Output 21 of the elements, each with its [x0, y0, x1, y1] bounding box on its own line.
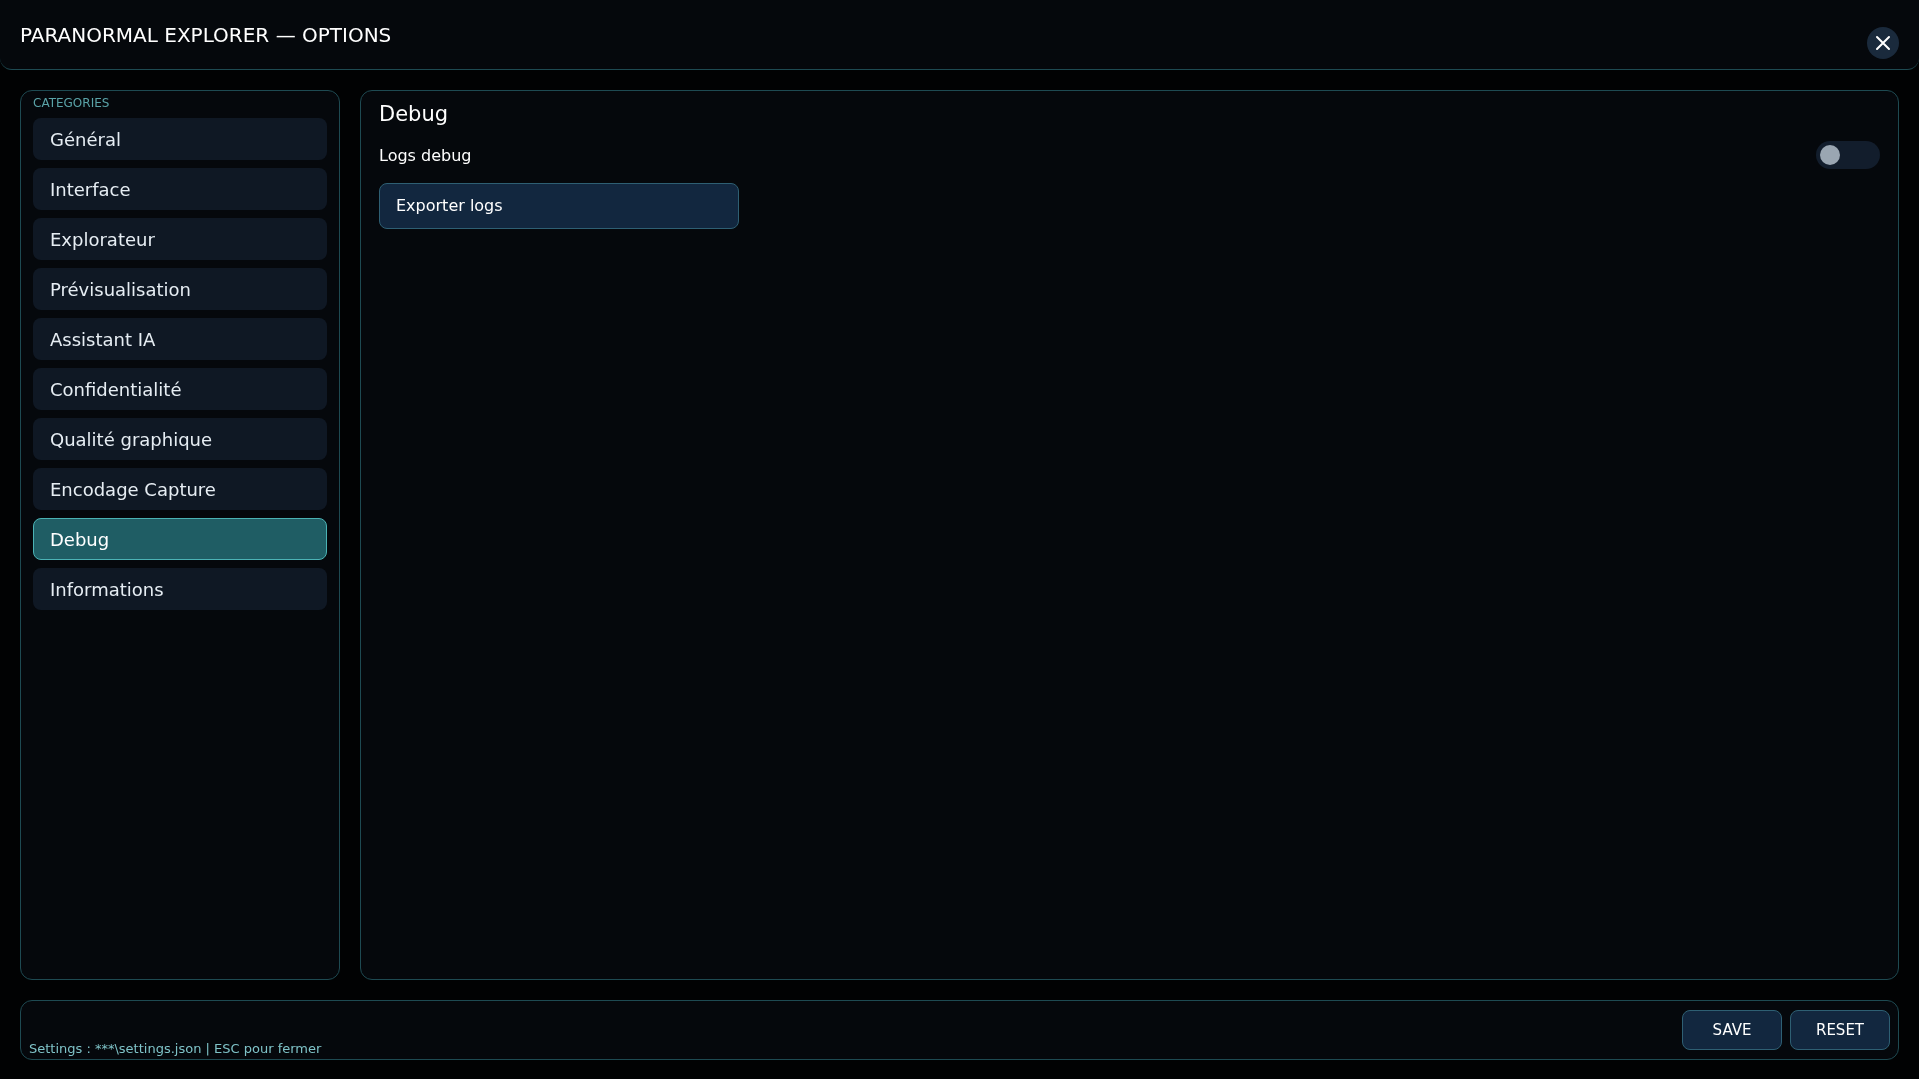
category-item[interactable]: Qualité graphique	[33, 418, 327, 460]
window-title: PARANORMAL EXPLORER — OPTIONS	[20, 21, 392, 49]
category-item[interactable]: Assistant IA	[33, 318, 327, 360]
category-item[interactable]: Interface	[33, 168, 327, 210]
reset-button[interactable]: RESET	[1790, 1010, 1890, 1050]
category-item[interactable]: Informations	[33, 568, 327, 610]
panel-title: Debug	[379, 101, 449, 128]
category-item[interactable]: Prévisualisation	[33, 268, 327, 310]
close-button[interactable]	[1867, 26, 1899, 59]
close-icon	[1875, 34, 1891, 51]
save-button[interactable]: SAVE	[1682, 1010, 1782, 1050]
category-item[interactable]: Général	[33, 118, 327, 160]
category-item[interactable]: Confidentialité	[33, 368, 327, 410]
category-item[interactable]: Encodage Capture	[33, 468, 327, 510]
export-logs-button[interactable]: Exporter logs	[379, 182, 739, 229]
setting-label: Logs debug	[379, 144, 472, 167]
toggle-switch[interactable]	[1816, 140, 1880, 169]
status-text: Settings : ***\settings.json | ESC pour fermer	[29, 1039, 322, 1058]
category-item[interactable]: Debug	[33, 518, 327, 560]
category-item[interactable]: Explorateur	[33, 218, 327, 260]
categories-heading: CATEGORIES	[33, 97, 110, 109]
